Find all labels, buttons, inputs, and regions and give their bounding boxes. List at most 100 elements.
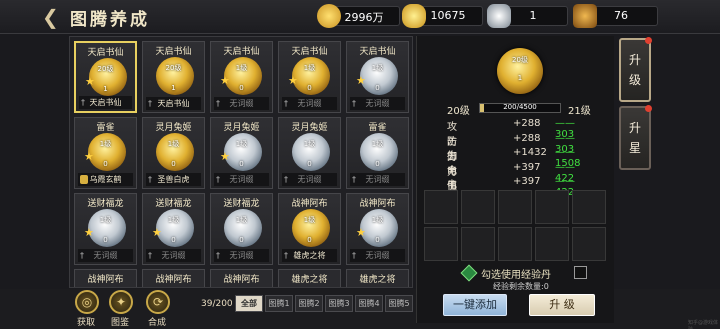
- tab-star-up[interactable]: 升星: [619, 105, 652, 170]
- totem-name: 雷雀: [96, 123, 115, 133]
- exp-slot[interactable]: [572, 227, 606, 261]
- filter-tab-5[interactable]: 图腾5: [385, 295, 413, 312]
- filter-tab-4[interactable]: 图腾4: [355, 295, 383, 312]
- totem-card[interactable]: 战神阿布 1级 0 † 雄虎之将: [278, 193, 341, 265]
- sword-icon: †: [148, 175, 152, 184]
- totem-card[interactable]: 天启书仙 20级 1 † 天启书仙: [142, 41, 205, 113]
- totem-affix: 乌霞玄鹤: [78, 173, 133, 186]
- totem-level: 1级: [99, 216, 112, 224]
- codex-button[interactable]: ✦ 图鉴: [102, 290, 138, 328]
- totem-level: 1级: [167, 216, 180, 224]
- totem-name: 天启书仙: [359, 47, 396, 57]
- stat-value: +288: [513, 118, 541, 129]
- gold-resource: 2996万: [317, 4, 400, 28]
- stat-value: +397: [513, 161, 541, 173]
- tab-upgrade[interactable]: 升级: [619, 37, 652, 102]
- exp-slot[interactable]: [498, 227, 532, 261]
- use-exp-label: 勾选使用经验丹: [481, 270, 551, 281]
- totem-count: 0: [103, 236, 108, 244]
- ingot-resource: 10675: [402, 4, 483, 28]
- totem-count: 1: [171, 84, 176, 92]
- totem-name: 送财福龙: [223, 199, 260, 209]
- remaining-exp: 经验剩余数量:0: [493, 282, 549, 291]
- totem-count: 0: [171, 160, 176, 168]
- sword-icon: †: [148, 99, 152, 108]
- totem-card[interactable]: 灵月兔姬 1级 0 † 圣兽白虎: [142, 117, 205, 189]
- synthesis-button[interactable]: ⟳ 合成: [139, 290, 175, 328]
- exp-slot[interactable]: [424, 227, 458, 261]
- sword-icon: †: [81, 98, 85, 107]
- next-level: 21级: [568, 106, 591, 117]
- exp-slot[interactable]: [424, 190, 458, 224]
- totem-card[interactable]: 雷雀 1级 ★ 0 乌霞玄鹤: [74, 117, 137, 189]
- codex-icon: ✦: [109, 290, 133, 314]
- totem-count: 0: [171, 236, 176, 244]
- synthesis-icon: ⟳: [146, 290, 170, 314]
- totem-card[interactable]: 送财福龙 1级 ★ 0 † 无词缀: [142, 193, 205, 265]
- use-exp-checkbox[interactable]: [574, 266, 587, 279]
- totem-card[interactable]: 灵月兔姬 1级 ★ 0 † 无词缀: [210, 117, 273, 189]
- totem-card[interactable]: 战神阿布: [74, 269, 137, 287]
- totem-card[interactable]: 雄虎之将: [346, 269, 409, 287]
- filter-tab-1[interactable]: 图腾1: [265, 295, 293, 312]
- totem-card[interactable]: 战神阿布: [142, 269, 205, 287]
- stat-value: +1432: [513, 147, 547, 158]
- exp-slot[interactable]: [572, 190, 606, 224]
- badge-icon: [80, 175, 88, 184]
- upgrade-button[interactable]: 升 级: [529, 294, 595, 316]
- totem-name: 雄虎之将: [291, 275, 328, 285]
- sword-icon: †: [148, 251, 152, 260]
- totem-count: 0: [239, 236, 244, 244]
- totem-name: 雷雀: [368, 123, 387, 133]
- chest-resource: 76: [573, 4, 658, 28]
- filter-tab-2[interactable]: 图腾2: [295, 295, 323, 312]
- totem-card[interactable]: 送财福龙 1级 ★ 0 † 无词缀: [74, 193, 137, 265]
- totem-name: 战神阿布: [223, 275, 260, 285]
- totem-name: 战神阿布: [87, 275, 124, 285]
- totem-level: 20级: [97, 65, 114, 73]
- totem-card[interactable]: 天启书仙 20级 ★ 1 † 天启书仙: [74, 41, 137, 113]
- totem-level: 1级: [99, 140, 112, 148]
- totem-name: 送财福龙: [87, 199, 124, 209]
- totem-card[interactable]: 天启书仙 1级 ★ 0 † 无词缀: [346, 41, 409, 113]
- exp-slot[interactable]: [461, 227, 495, 261]
- watermark: 知乎@游戏体验: [688, 320, 719, 329]
- totem-card[interactable]: 战神阿布 1级 ★ 0 † 无词缀: [346, 193, 409, 265]
- totem-level: 1级: [371, 64, 384, 72]
- filter-tab-3[interactable]: 图腾3: [325, 295, 353, 312]
- totem-affix: † 无词缀: [214, 97, 269, 110]
- obtain-button[interactable]: ◎ 获取: [68, 290, 104, 328]
- totem-card[interactable]: 雄虎之将: [278, 269, 341, 287]
- sword-icon: †: [352, 175, 356, 184]
- page-count: 39/200: [201, 299, 233, 309]
- totem-card[interactable]: 送财福龙 1级 0 † 无词缀: [210, 193, 273, 265]
- totem-count: 1: [103, 85, 108, 93]
- totem-card[interactable]: 天启书仙 1级 ★ 0 † 无词缀: [210, 41, 273, 113]
- notification-dot: [645, 105, 652, 112]
- filter-tab-all[interactable]: 全部: [235, 295, 263, 312]
- totem-level: 1级: [235, 64, 248, 72]
- totem-card[interactable]: 战神阿布: [210, 269, 273, 287]
- exp-slot[interactable]: [535, 190, 569, 224]
- totem-grid: 天启书仙 20级 ★ 1 † 天启书仙 天启书仙 20级 1 † 天启书仙 天启书仙 1级 ★ 0 † 无词缀天…: [69, 36, 413, 288]
- totem-name: 天启书仙: [87, 48, 124, 58]
- totem-affix: † 无词缀: [214, 249, 269, 262]
- one-click-add-button[interactable]: 一键添加: [443, 294, 507, 316]
- sword-icon: †: [216, 99, 220, 108]
- totem-card[interactable]: 灵月兔姬 1级 0 † 无词缀: [278, 117, 341, 189]
- totem-card[interactable]: 天启书仙 1级 ★ 0 † 无词缀: [278, 41, 341, 113]
- totem-affix: † 无词缀: [214, 173, 269, 186]
- current-level: 20级: [447, 106, 470, 117]
- totem-count: 0: [375, 160, 380, 168]
- totem-card[interactable]: 雷雀 1级 0 † 无词缀: [346, 117, 409, 189]
- totem-count: 0: [375, 236, 380, 244]
- totem-name: 战神阿布: [155, 275, 192, 285]
- totem-affix: † 圣兽白虎: [146, 173, 201, 186]
- exp-slot[interactable]: [461, 190, 495, 224]
- exp-slot[interactable]: [535, 227, 569, 261]
- notification-dot: [645, 37, 652, 44]
- exp-slot[interactable]: [498, 190, 532, 224]
- totem-level: 1级: [303, 216, 316, 224]
- totem-affix: † 无词缀: [282, 173, 337, 186]
- back-arrow-icon[interactable]: ❮: [42, 6, 62, 28]
